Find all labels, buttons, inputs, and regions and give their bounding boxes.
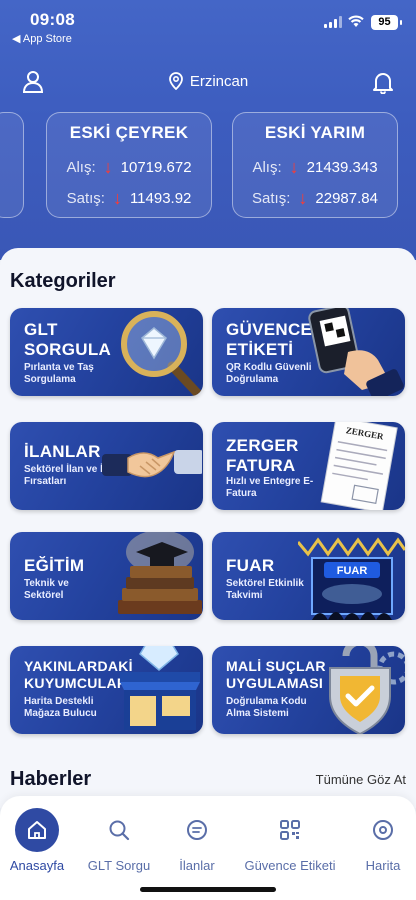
category-title: GLT SORGULA — [24, 320, 112, 359]
category-fuar[interactable]: FUAR Sektörel Etkinlik Takvimi FUAR — [212, 532, 405, 620]
buy-value: 21439.343 — [306, 159, 378, 176]
category-subtitle: Pırlanta ve Taş Sorgulama — [24, 362, 94, 385]
books-graduation-cap-icon — [118, 532, 202, 614]
buy-row: Alış: ↓ 10719.672 — [47, 157, 211, 178]
location-label: Erzincan — [189, 72, 249, 90]
sell-row: Satış: ↓ 22987.84 — [233, 188, 397, 209]
news-heading: Haberler — [10, 768, 92, 790]
tab-label: Güvence Etiketi — [244, 858, 336, 873]
location-selector[interactable]: Erzincan — [0, 72, 416, 90]
sell-value: 22987.84 — [315, 190, 378, 207]
tab-label: Harita — [365, 858, 401, 873]
rate-card-eski-ceyrek[interactable]: ESKİ ÇEYREK Alış: ↓ 10719.672 Satış: ↓ 1… — [46, 112, 212, 218]
security-shield-lock-icon — [329, 646, 405, 734]
signal-icon — [324, 16, 342, 28]
buy-label: Alış: — [66, 159, 96, 176]
back-to-app-store[interactable]: ◀ App Store — [12, 32, 72, 45]
home-icon — [15, 808, 59, 852]
rate-card-partial[interactable] — [0, 112, 24, 218]
tab-anasayfa[interactable]: Anasayfa — [0, 808, 82, 873]
wifi-icon — [348, 15, 364, 27]
category-zerger-fatura[interactable]: ZERGER FATURA Hızlı ve Entegre E-Fatura … — [212, 422, 405, 510]
rate-card-eski-yarim[interactable]: ESKİ YARIM Alış: ↓ 21439.343 Satış: ↓ 22… — [232, 112, 398, 218]
down-arrow-icon: ↓ — [298, 188, 308, 208]
gold-rates-carousel[interactable]: ESKİ ÇEYREK Alış: ↓ 10719.672 Satış: ↓ 1… — [0, 112, 416, 220]
down-arrow-icon: ↓ — [112, 188, 122, 208]
down-arrow-icon: ↓ — [289, 157, 299, 177]
bottom-tab-bar: Anasayfa GLT Sorgu İlanlar Güvence Etike… — [0, 796, 416, 900]
tab-label: Anasayfa — [9, 858, 65, 873]
location-pin-icon — [168, 72, 183, 90]
see-all-news-link[interactable]: Tümüne Göz At — [316, 772, 406, 787]
magnifier-diamond-icon — [121, 311, 203, 396]
sell-row: Satış: ↓ 11493.92 — [47, 188, 211, 209]
tab-label: İlanlar — [179, 858, 215, 873]
buy-value: 10719.672 — [120, 159, 192, 176]
phone-qr-icon — [308, 308, 404, 396]
clock: 09:08 — [30, 10, 75, 29]
category-mali-suclar-uygulamasi[interactable]: MALİ SUÇLAR UYGULAMASI Doğrulama Kodu Al… — [212, 646, 405, 734]
tab-glt-sorgu[interactable]: GLT Sorgu — [74, 808, 164, 873]
category-subtitle: Hızlı ve Entegre E-Fatura — [226, 476, 314, 499]
category-yakinlardaki-kuyumcular[interactable]: YAKINLARDAKİ KUYUMCULAR Harita Destekli … — [10, 646, 203, 734]
category-glt-sorgula[interactable]: GLT SORGULA Pırlanta ve Taş Sorgulama — [10, 308, 203, 396]
category-subtitle: Teknik ve Sektörel — [24, 578, 69, 601]
search-icon — [97, 808, 141, 852]
down-arrow-icon: ↓ — [103, 157, 113, 177]
rate-title: ESKİ ÇEYREK — [69, 123, 189, 142]
tab-ilanlar[interactable]: İlanlar — [152, 808, 242, 873]
tab-guvence-etiketi[interactable]: Güvence Etiketi — [236, 808, 344, 873]
category-egitim[interactable]: EĞİTİM Teknik ve Sektörel — [10, 532, 203, 620]
sell-value: 11493.92 — [129, 190, 192, 207]
category-title: ZERGER FATURA — [226, 436, 299, 475]
battery-indicator: 95 — [371, 15, 402, 30]
jewelry-store-icon — [120, 646, 200, 730]
categories-heading: Kategoriler — [10, 270, 116, 292]
listings-icon — [175, 808, 219, 852]
fair-banner-text: FUAR — [337, 565, 368, 577]
category-subtitle: Harita Destekli Mağaza Bulucu — [24, 696, 97, 719]
tab-harita[interactable]: Harita — [338, 808, 416, 873]
invoice-document-icon: ZERGER — [320, 422, 398, 510]
app-header: Erzincan — [0, 60, 416, 104]
category-guvence-etiketi[interactable]: GÜVENCE ETİKETİ QR Kodlu Güvenli Doğrula… — [212, 308, 405, 396]
buy-row: Alış: ↓ 21439.343 — [233, 157, 397, 178]
map-pin-icon — [361, 808, 405, 852]
buy-label: Alış: — [252, 159, 282, 176]
handshake-icon — [102, 450, 202, 478]
sell-label: Satış: — [66, 190, 105, 207]
category-ilanlar[interactable]: İLANLAR Sektörel İlan ve İş Fırsatları — [10, 422, 203, 510]
status-bar: 09:08 ◀ App Store 95 — [0, 0, 416, 50]
fair-stage-icon: FUAR — [298, 537, 405, 620]
sell-label: Satış: — [252, 190, 291, 207]
qr-code-icon — [268, 808, 312, 852]
tab-label: GLT Sorgu — [87, 858, 151, 873]
home-indicator — [140, 887, 276, 892]
rate-title: ESKİ YARIM — [264, 123, 366, 142]
notification-bell-icon[interactable] — [372, 70, 394, 94]
